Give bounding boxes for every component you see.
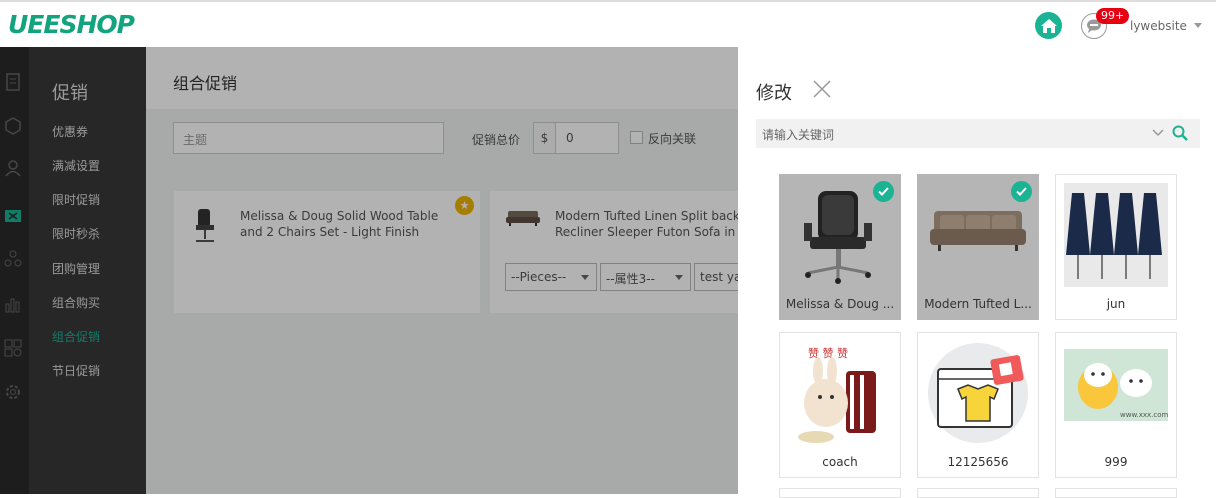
product-caption: jun: [1106, 297, 1126, 311]
dresses-icon: [1064, 183, 1168, 287]
check-icon: [873, 181, 894, 202]
panel-title: 修改: [756, 83, 792, 104]
notification-badge: 99+: [1096, 8, 1130, 24]
svg-text:赞 赞 赞: 赞 赞 赞: [808, 347, 848, 360]
username[interactable]: lywebsite: [1130, 19, 1187, 33]
modal-backdrop[interactable]: [0, 47, 738, 494]
product-caption: 999: [1104, 455, 1128, 469]
svg-text:www.xxx.com: www.xxx.com: [1120, 411, 1168, 419]
product-tile[interactable]: www.xxx.com 999: [1055, 332, 1177, 478]
keyword-search[interactable]: 请输入关键词: [756, 119, 1200, 148]
home-icon: [1040, 18, 1057, 33]
product-caption: coach: [822, 455, 858, 469]
product-caption: 12125656: [947, 455, 1009, 469]
product-tile[interactable]: [779, 488, 901, 498]
product-tile[interactable]: Melissa & Doug ...: [779, 174, 901, 320]
search-input[interactable]: 请输入关键词: [762, 126, 834, 143]
cartoon-rabbit-icon: 赞 赞 赞: [798, 347, 876, 443]
product-tile[interactable]: [1055, 488, 1177, 498]
product-tile[interactable]: [917, 488, 1039, 498]
chevron-down-icon[interactable]: [1194, 23, 1202, 28]
product-caption: Melissa & Doug ...: [785, 297, 895, 311]
search-icon[interactable]: [1172, 125, 1188, 141]
edit-panel: 修改 请输入关键词 Melissa & Doug ... Modern Tuft…: [738, 47, 1216, 498]
product-caption: Modern Tufted L...: [924, 297, 1032, 311]
logo[interactable]: UEESHOP: [8, 10, 135, 39]
home-button[interactable]: [1035, 12, 1062, 39]
cartoon-cat-icon: www.xxx.com: [1064, 349, 1168, 421]
product-tile[interactable]: Modern Tufted L...: [917, 174, 1039, 320]
top-bar: UEESHOP 99+ lywebsite: [0, 0, 1216, 47]
check-icon: [1011, 181, 1032, 202]
tshirt-shop-icon: [928, 343, 1028, 443]
product-tile[interactable]: 赞 赞 赞 coach: [779, 332, 901, 478]
close-icon[interactable]: [813, 80, 831, 98]
product-tile[interactable]: jun: [1055, 174, 1177, 320]
product-tile[interactable]: 12125656: [917, 332, 1039, 478]
chevron-down-icon[interactable]: [1152, 129, 1164, 137]
